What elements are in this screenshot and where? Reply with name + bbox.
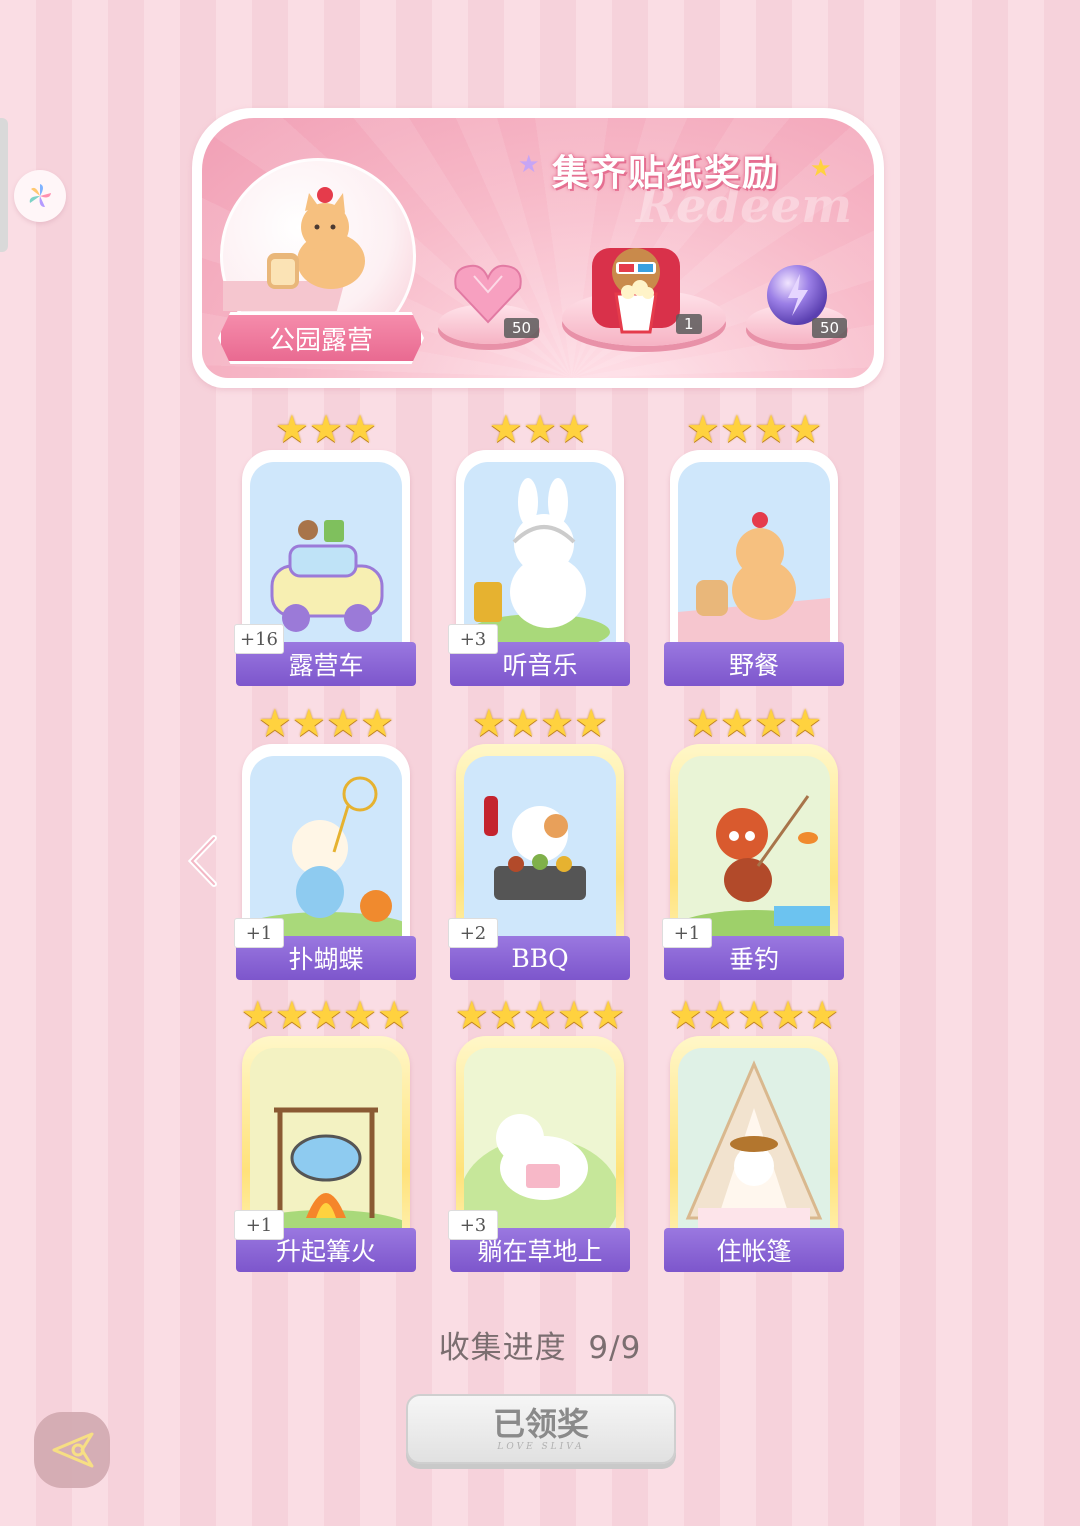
star-icon: ★	[736, 993, 772, 1037]
banner-title: 集齐贴纸奖励	[552, 153, 781, 194]
side-drawer-tab[interactable]	[0, 118, 8, 252]
cat-picnic-icon	[678, 462, 830, 656]
star-icon: ★	[668, 993, 703, 1037]
claimed-button-label: 已领奖	[492, 1405, 589, 1443]
star-icon: ★	[343, 993, 378, 1037]
sticker-card[interactable]: ★ ★ ★ ★ 野餐	[664, 410, 844, 686]
star-icon: ★	[326, 701, 361, 745]
duplicate-count-badge: +1	[234, 918, 284, 948]
pinwheel-menu-button[interactable]	[14, 170, 66, 222]
sticker-card[interactable]: ★ ★ ★ ★ ★ 住帐篷	[664, 996, 844, 1272]
collection-progress: 收集进度 9/9	[0, 1322, 1080, 1367]
star-rating: ★ ★ ★ ★	[238, 704, 414, 742]
star-icon: ★	[308, 993, 344, 1037]
progress-value: 9/9	[588, 1330, 642, 1366]
star-icon: ★	[377, 993, 412, 1037]
sticker-card[interactable]: ★ ★ ★ ★ BBQ +2	[448, 704, 630, 980]
star-icon: ★	[522, 407, 558, 451]
star-rating: ★ ★ ★ ★ ★	[452, 996, 628, 1034]
star-icon: ★	[274, 407, 309, 451]
star-icon: ★	[557, 407, 592, 451]
star-icon: ★	[719, 407, 754, 451]
previous-set-arrow[interactable]	[186, 834, 220, 892]
star-icon: ★	[771, 993, 806, 1037]
star-icon: ★	[754, 701, 789, 745]
star-icon: ★	[240, 993, 275, 1037]
duplicate-count-badge: +3	[448, 624, 498, 654]
star-rating: ★ ★ ★ ★	[452, 704, 628, 742]
star-icon: ★	[488, 993, 523, 1037]
star-icon: ★	[685, 701, 720, 745]
duplicate-count-badge: +1	[662, 918, 712, 948]
star-icon: ★	[308, 407, 344, 451]
sticker-card[interactable]: ★ ★ ★ ★ ★ 躺在草地上 +3	[448, 996, 630, 1272]
cinema-bear-popcorn-icon	[588, 238, 684, 340]
star-icon: ★	[754, 407, 789, 451]
star-icon: ★	[719, 701, 754, 745]
chevron-left-icon	[187, 835, 217, 887]
set-name-label: 公园露营	[218, 312, 424, 364]
pinwheel-icon	[29, 184, 51, 207]
star-icon: ★	[343, 407, 378, 451]
dog-tent-tea-icon	[678, 1048, 830, 1242]
star-rating: ★ ★ ★	[452, 410, 628, 448]
star-decoration-icon: ★	[518, 150, 540, 178]
claimed-button[interactable]: 已领奖 LOVE SLIVA	[406, 1394, 676, 1464]
star-icon: ★	[591, 993, 626, 1037]
reward-count: 1	[676, 314, 702, 334]
sticker-card[interactable]: ★ ★ ★ 听音乐 +3	[448, 410, 630, 686]
star-icon: ★	[360, 701, 395, 745]
star-icon: ★	[805, 993, 840, 1037]
star-icon: ★	[788, 407, 823, 451]
star-icon: ★	[788, 701, 823, 745]
star-icon: ★	[557, 993, 592, 1037]
card-name: 住帐篷	[664, 1228, 844, 1272]
duplicate-count-badge: +1	[234, 1210, 284, 1240]
star-icon: ★	[488, 407, 523, 451]
star-icon: ★	[685, 407, 720, 451]
duplicate-count-badge: +16	[234, 624, 284, 654]
star-icon: ★	[574, 701, 609, 745]
sticker-card[interactable]: ★ ★ ★ 露营车 +16	[234, 410, 416, 686]
progress-label: 收集进度	[438, 1330, 567, 1366]
back-button[interactable]	[34, 1412, 110, 1488]
star-rating: ★ ★ ★ ★	[666, 410, 842, 448]
star-icon: ★	[702, 993, 737, 1037]
sticker-card[interactable]: ★ ★ ★ ★ 垂钓 +1	[662, 704, 844, 980]
star-icon: ★	[291, 701, 326, 745]
claimed-button-sublabel: LOVE SLIVA	[497, 1442, 585, 1452]
duplicate-count-badge: +2	[448, 918, 498, 948]
star-icon: ★	[522, 993, 558, 1037]
sticker-card[interactable]: ★ ★ ★ ★ 扑蝴蝶 +1	[234, 704, 416, 980]
star-icon: ★	[471, 701, 506, 745]
card-name: 野餐	[664, 642, 844, 686]
reward-count: 50	[504, 318, 540, 338]
star-rating: ★ ★ ★ ★	[666, 704, 842, 742]
star-icon: ★	[257, 701, 292, 745]
star-rating: ★ ★ ★ ★ ★	[238, 996, 414, 1034]
star-rating: ★ ★ ★	[238, 410, 414, 448]
star-icon: ★	[274, 993, 309, 1037]
reward-count: 50	[812, 318, 848, 338]
star-icon: ★	[540, 701, 575, 745]
star-icon: ★	[505, 701, 540, 745]
star-rating: ★ ★ ★ ★ ★	[666, 996, 842, 1034]
star-decoration-icon: ★	[810, 154, 832, 182]
sticker-card[interactable]: ★ ★ ★ ★ ★ 升起篝火 +1	[234, 996, 416, 1272]
star-icon: ★	[454, 993, 489, 1037]
back-arrow-icon	[52, 1432, 94, 1468]
duplicate-count-badge: +3	[448, 1210, 498, 1240]
